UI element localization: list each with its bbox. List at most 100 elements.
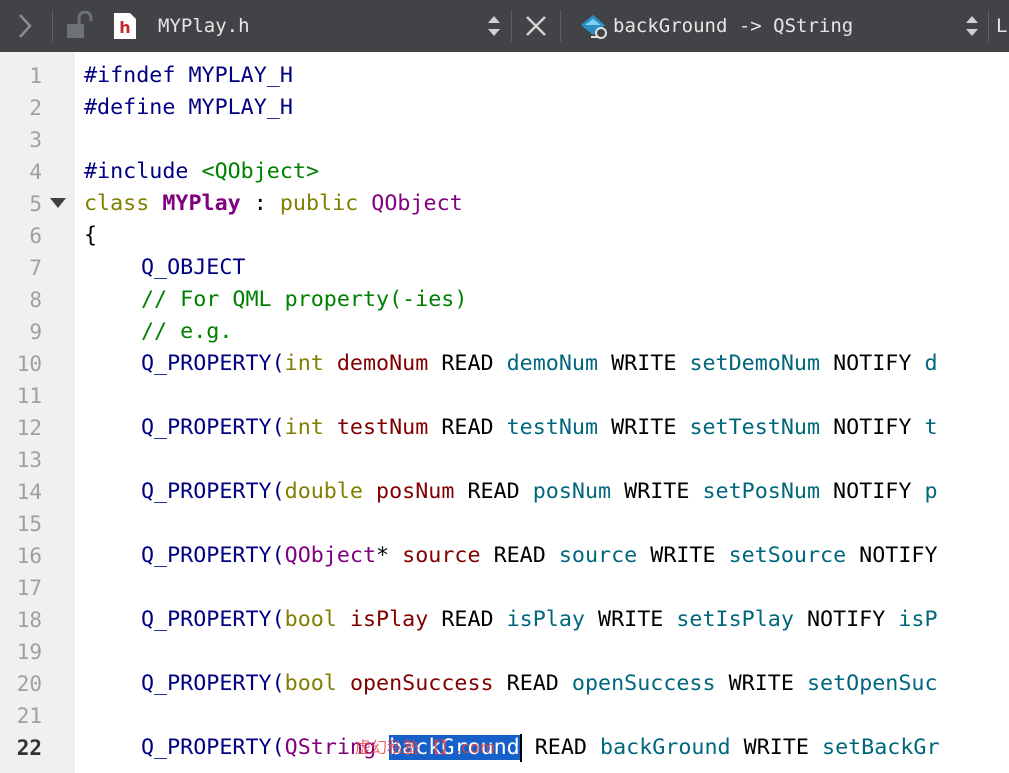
token: * <box>376 543 403 568</box>
line-number: 18 <box>16 608 42 632</box>
token: READ <box>480 543 559 568</box>
token: setDemoNum <box>689 351 821 376</box>
token: WRITE <box>715 671 807 696</box>
token: : <box>240 191 280 216</box>
token: demoNum <box>336 351 429 376</box>
token: WRITE <box>730 735 823 760</box>
open-file-name[interactable]: MYPlay.h <box>158 0 250 52</box>
unlock-icon[interactable] <box>66 0 94 52</box>
token: Q_PROPERTY( <box>141 607 285 632</box>
symbol-variable-icon <box>579 0 609 52</box>
token: setBackGr <box>822 735 940 760</box>
token: WRITE <box>584 607 677 632</box>
token: <QObject> <box>201 159 320 184</box>
close-file-icon[interactable] <box>525 0 547 52</box>
code-line-2: #define MYPLAY_H <box>84 92 293 124</box>
token: READ <box>454 479 533 504</box>
line-number: 3 <box>29 128 42 152</box>
file-dropdown-icon[interactable] <box>486 0 502 52</box>
token: public <box>279 191 359 216</box>
token: isP <box>898 607 938 632</box>
token: double <box>284 479 363 504</box>
code-line-8: // For QML property(-ies) <box>141 284 467 316</box>
line-number: 9 <box>29 320 42 344</box>
line-indicator[interactable]: L <box>996 0 1007 52</box>
token: #define MYPLAY_H <box>84 95 293 120</box>
code-line-4: #include <QObject> <box>84 156 319 188</box>
token: QObject <box>284 543 377 568</box>
code-line-14: Q_PROPERTY(double posNum READ posNum WRI… <box>141 476 938 508</box>
token: Q_PROPERTY( <box>141 479 285 504</box>
token: NOTIFY <box>820 415 925 440</box>
line-number: 19 <box>16 640 42 664</box>
line-number: 16 <box>16 544 42 568</box>
code-line-7: Q_OBJECT <box>141 252 245 284</box>
line-number: 15 <box>16 512 42 536</box>
line-number: 8 <box>29 288 42 312</box>
token: isPlay <box>506 607 585 632</box>
header-file-icon: h <box>113 0 137 52</box>
token: Q_PROPERTY( <box>141 415 285 440</box>
token: Q_PROPERTY( <box>141 351 285 376</box>
token: Q_OBJECT <box>141 255 246 280</box>
code-line-20: Q_PROPERTY(bool openSuccess READ openSuc… <box>141 668 938 700</box>
line-number: 21 <box>16 704 42 728</box>
line-number: 13 <box>16 448 42 472</box>
token: posNum <box>532 479 612 504</box>
watermark: 虚幻私塾 【】.com <box>355 738 496 757</box>
code-line-1: #ifndef MYPLAY_H <box>84 60 293 92</box>
token: bool <box>284 671 337 696</box>
line-number: 17 <box>16 576 42 600</box>
token: // e.g. <box>141 319 233 344</box>
current-symbol[interactable]: backGround -> QString <box>613 0 853 52</box>
token: setOpenSuc <box>806 671 938 696</box>
token: READ <box>493 671 572 696</box>
token: WRITE <box>598 415 690 440</box>
line-number-gutter: 1 2 3 4 5 6 7 8 9 10 11 12 13 14 15 16 1… <box>0 52 75 773</box>
token: NOTIFY <box>820 479 925 504</box>
token: WRITE <box>611 479 703 504</box>
code-line-6: { <box>84 220 97 252</box>
fold-arrow-icon[interactable] <box>50 198 66 208</box>
token: openSuccess <box>571 671 716 696</box>
current-line-number: 22 <box>16 736 42 760</box>
token: testNum <box>506 415 599 440</box>
token: d <box>924 351 938 376</box>
line-number: 1 <box>29 64 42 88</box>
token: t <box>924 415 938 440</box>
token: MYPlay <box>162 191 241 216</box>
token: NOTIFY <box>793 607 899 632</box>
line-number: 12 <box>16 416 42 440</box>
symbol-dropdown-icon[interactable] <box>964 0 980 52</box>
code-line-16: Q_PROPERTY(QObject* source READ source W… <box>141 540 938 572</box>
token: int <box>284 351 324 376</box>
code-line-5: class MYPlay : public QObject <box>84 188 463 220</box>
token: isPlay <box>349 607 429 632</box>
nav-forward-icon[interactable] <box>16 0 34 52</box>
token: int <box>284 415 324 440</box>
line-number: 14 <box>16 480 42 504</box>
token: READ <box>428 351 507 376</box>
token: source <box>402 543 481 568</box>
line-number: 6 <box>29 224 42 248</box>
code-editor[interactable]: 1 2 3 4 5 6 7 8 9 10 11 12 13 14 15 16 1… <box>0 52 1009 773</box>
line-number: 11 <box>16 384 42 408</box>
token: QObject <box>371 191 463 216</box>
token: NOTIFY <box>820 351 925 376</box>
token: setSource <box>728 543 847 568</box>
line-number: 7 <box>29 256 42 280</box>
token: demoNum <box>506 351 599 376</box>
token: testNum <box>336 415 429 440</box>
token: WRITE <box>598 351 690 376</box>
editor-toolbar: h MYPlay.h backGround -> QString L <box>0 0 1009 52</box>
token: Q_PROPERTY( <box>141 543 285 568</box>
code-line-10: Q_PROPERTY(int demoNum READ demoNum WRIT… <box>141 348 938 380</box>
token: Q_PROPERTY( <box>141 671 285 696</box>
toolbar-divider <box>511 10 512 42</box>
